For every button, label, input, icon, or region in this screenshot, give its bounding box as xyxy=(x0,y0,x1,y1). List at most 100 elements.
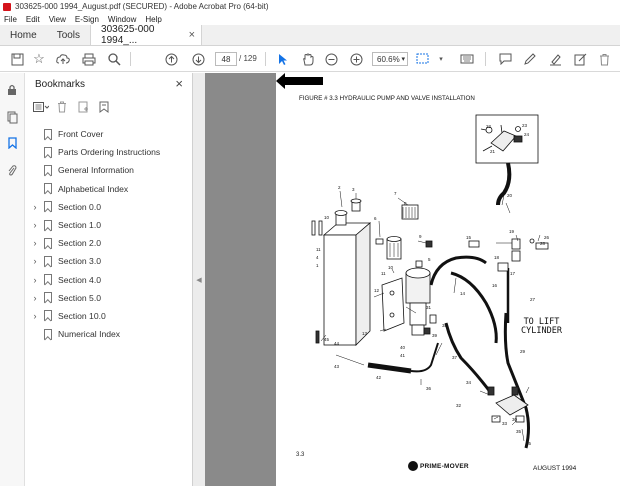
svg-text:21: 21 xyxy=(490,149,496,154)
bookmark-icon xyxy=(44,219,52,231)
bookmark-item[interactable]: › Section 4.0 xyxy=(25,271,193,289)
tee-fitting xyxy=(511,250,521,262)
menu-file[interactable]: File xyxy=(4,15,17,24)
select-cursor-icon[interactable] xyxy=(274,50,292,68)
pen-icon[interactable] xyxy=(520,50,538,68)
bookmark-item[interactable]: Parts Ordering Instructions xyxy=(25,143,193,161)
hose-upper xyxy=(496,162,512,206)
keyboard-icon[interactable] xyxy=(458,50,476,68)
marquee-icon[interactable] xyxy=(413,50,431,68)
bookmark-item[interactable]: › Section 3.0 xyxy=(25,252,193,270)
prev-page-icon[interactable] xyxy=(162,50,180,68)
svg-text:17: 17 xyxy=(510,271,516,276)
svg-text:10: 10 xyxy=(388,265,394,270)
return-link[interactable]: Return xyxy=(291,471,314,478)
svg-text:35: 35 xyxy=(516,429,522,434)
lock-icon[interactable] xyxy=(5,83,19,97)
tab-document[interactable]: 303625-000 1994_... × xyxy=(90,24,203,46)
tab-tools[interactable]: Tools xyxy=(47,25,90,45)
close-tab-icon[interactable]: × xyxy=(189,29,195,41)
svg-text:22: 22 xyxy=(486,124,492,129)
bookmark-item[interactable]: Numerical Index xyxy=(25,325,193,343)
page-thumbnails-icon[interactable] xyxy=(5,110,19,124)
chevron-right-icon[interactable]: › xyxy=(29,275,41,285)
zoom-out-icon[interactable] xyxy=(322,50,340,68)
bookmark-icon xyxy=(44,310,52,322)
zoom-level-input[interactable]: 60.6% ▾ xyxy=(372,52,408,66)
svg-text:34: 34 xyxy=(466,380,472,385)
zoom-in-icon[interactable] xyxy=(347,50,365,68)
save-icon[interactable] xyxy=(8,50,26,68)
bookmark-item[interactable]: › Section 5.0 xyxy=(25,289,193,307)
svg-text:11: 11 xyxy=(316,247,321,252)
bookmark-item[interactable]: › Section 10.0 xyxy=(25,307,193,325)
chevron-right-icon[interactable]: › xyxy=(29,202,41,212)
tank-side xyxy=(355,222,371,346)
panel-splitter[interactable]: ◀ xyxy=(193,73,205,486)
chevron-down-icon: ▾ xyxy=(401,56,405,63)
svg-text:24: 24 xyxy=(524,132,530,137)
chevron-right-icon[interactable]: › xyxy=(29,293,41,303)
menu-window[interactable]: Window xyxy=(108,15,136,24)
bookmark-icon xyxy=(44,146,52,158)
chevron-right-icon[interactable]: › xyxy=(29,220,41,230)
redact-icon[interactable] xyxy=(571,50,589,68)
bookmark-item[interactable]: › Section 1.0 xyxy=(25,216,193,234)
toolbar-separator xyxy=(265,52,266,66)
bookmarks-panel-icon[interactable] xyxy=(5,136,19,150)
suction-elbow xyxy=(410,342,439,373)
svg-text:38: 38 xyxy=(442,323,448,328)
comment-icon[interactable] xyxy=(496,50,514,68)
document-view[interactable]: FIGURE # 3.3 HYDRAULIC PUMP AND VALVE IN… xyxy=(205,73,620,486)
return-arrow-icon[interactable] xyxy=(276,73,324,89)
page-number-input[interactable]: 48 xyxy=(215,52,237,66)
bookmark-item[interactable]: › Section 2.0 xyxy=(25,234,193,252)
svg-text:19: 19 xyxy=(509,229,515,234)
svg-text:9: 9 xyxy=(419,234,422,239)
collapse-panel-icon[interactable]: ◀ xyxy=(196,276,201,284)
bookmark-label: Alphabetical Index xyxy=(58,183,129,194)
bookmark-item[interactable]: Alphabetical Index xyxy=(25,180,193,198)
menu-help[interactable]: Help xyxy=(145,15,161,24)
hand-icon[interactable] xyxy=(299,50,317,68)
bookmark-star-icon[interactable]: ☆ xyxy=(30,50,48,68)
upload-icon[interactable] xyxy=(54,50,72,68)
breather-top xyxy=(350,198,362,204)
bolt xyxy=(415,260,423,268)
chevron-right-icon[interactable]: › xyxy=(29,311,41,321)
svg-text:28: 28 xyxy=(540,241,546,246)
svg-text:16: 16 xyxy=(492,283,498,288)
manifold-fitting xyxy=(511,386,519,396)
bookmark-item[interactable]: Front Cover xyxy=(25,125,193,143)
bookmark-icon xyxy=(44,292,52,304)
valve-body xyxy=(490,130,517,152)
delete-icon[interactable] xyxy=(595,50,613,68)
print-icon[interactable] xyxy=(80,50,98,68)
pump-bracket xyxy=(381,277,405,332)
toolbar-separator xyxy=(485,52,486,66)
menu-esign[interactable]: E-Sign xyxy=(75,15,99,24)
close-icon[interactable]: × xyxy=(175,76,183,91)
find-bookmark-icon[interactable] xyxy=(96,100,112,114)
delete-bookmark-icon[interactable] xyxy=(54,100,70,114)
page-total: / 129 xyxy=(239,54,257,63)
chevron-right-icon[interactable]: › xyxy=(29,238,41,248)
menu-edit[interactable]: Edit xyxy=(26,15,40,24)
zoom-search-icon[interactable] xyxy=(105,50,123,68)
bookmark-item[interactable]: General Information xyxy=(25,161,193,179)
svg-text:7: 7 xyxy=(394,191,397,196)
bookmark-icon xyxy=(44,128,52,140)
menu-view[interactable]: View xyxy=(49,15,66,24)
highlight-icon[interactable] xyxy=(546,50,564,68)
svg-text:18: 18 xyxy=(494,255,500,260)
bookmark-item[interactable]: › Section 0.0 xyxy=(25,198,193,216)
tab-home[interactable]: Home xyxy=(0,25,47,45)
new-bookmark-icon[interactable] xyxy=(75,100,91,114)
fitting xyxy=(429,314,437,324)
options-menu-icon[interactable] xyxy=(33,100,49,114)
chevron-right-icon[interactable]: › xyxy=(29,256,41,266)
marquee-dropdown-icon[interactable]: ▾ xyxy=(432,50,450,68)
next-page-icon[interactable] xyxy=(189,50,207,68)
attachments-icon[interactable] xyxy=(5,163,19,177)
inset-fitting xyxy=(515,126,521,132)
